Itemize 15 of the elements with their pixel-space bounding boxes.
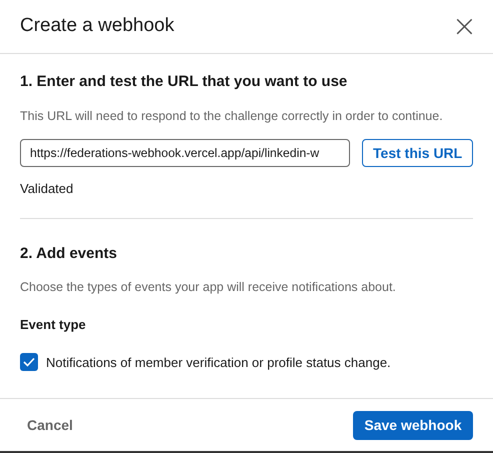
url-input-field[interactable]: https://federations-webhook.vercel.app/api/linkedin-w xyxy=(20,139,350,168)
field-label: Event type xyxy=(20,316,87,334)
cancel-button[interactable]: Cancel xyxy=(27,414,73,436)
section-description: This URL will need to respond to the challenge correctly in order to continue. xyxy=(20,108,444,125)
section-heading: 2. Add events xyxy=(20,244,118,264)
checkbox[interactable] xyxy=(20,353,38,372)
section-description: Choose the types of events your app will receive notifications about. xyxy=(20,279,397,296)
test-url-button[interactable]: Test this URL xyxy=(362,139,473,168)
checkmark-icon xyxy=(23,357,35,368)
checkbox-label: Notifications of member verification or profile status change. xyxy=(46,354,391,372)
section-heading: 1. Enter and test the URL that you want to use xyxy=(20,72,348,92)
close-button[interactable]: × xyxy=(452,12,477,42)
save-webhook-button[interactable]: Save webhook xyxy=(353,410,473,440)
dialog-title: Create a webhook xyxy=(20,14,174,38)
validation-status: Validated xyxy=(20,180,74,198)
